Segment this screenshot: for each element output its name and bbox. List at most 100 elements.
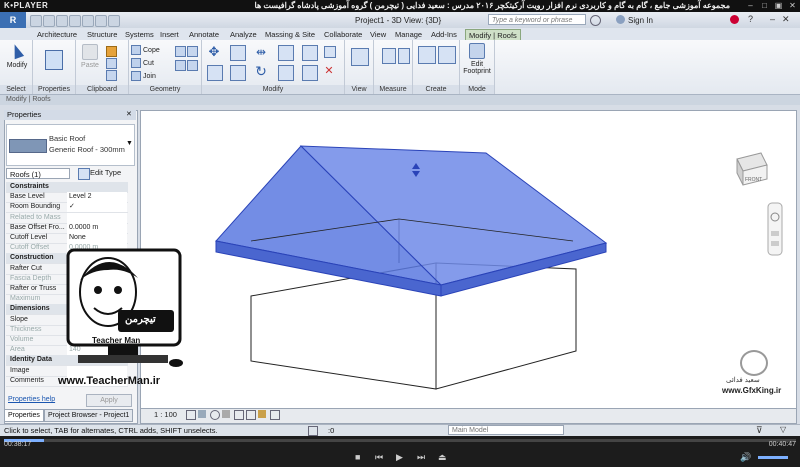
volume-icon[interactable]: 🔊	[740, 452, 751, 463]
undo-icon[interactable]	[56, 15, 68, 27]
window-minimize-icon[interactable]: –	[770, 14, 775, 24]
navigation-bar[interactable]	[767, 202, 783, 256]
play-icon[interactable]: ▶	[396, 452, 403, 463]
tab-systems[interactable]: Systems	[122, 29, 157, 40]
next-icon[interactable]: ⏭	[417, 452, 425, 463]
unlock-view-icon[interactable]	[258, 410, 266, 418]
shadows-icon[interactable]	[222, 410, 230, 418]
scale-icon[interactable]	[302, 65, 318, 81]
cut-button[interactable]: Cut	[131, 58, 154, 68]
cope-button[interactable]: Cope	[131, 45, 160, 55]
exchange-icon[interactable]	[730, 15, 739, 24]
hide-in-view-icon[interactable]	[351, 48, 369, 66]
fullscreen-icon[interactable]: ▣	[774, 1, 783, 10]
copy-icon[interactable]	[106, 58, 117, 69]
move-icon[interactable]: ✥	[207, 45, 221, 59]
modify-button[interactable]: Modify	[5, 42, 29, 69]
instance-filter-select[interactable]: Roofs (1)	[6, 168, 70, 179]
offset-icon[interactable]	[278, 45, 294, 61]
application-menu-button[interactable]: R	[0, 12, 26, 28]
teacherman-brand-fa: تیچرمن	[125, 314, 156, 325]
mirror-pick-axis-icon[interactable]	[302, 45, 318, 61]
previous-icon[interactable]: ⏮	[375, 452, 383, 463]
open-icon[interactable]	[30, 15, 42, 27]
property-key: Constraints	[10, 183, 49, 190]
create-parts-icon[interactable]	[438, 46, 456, 64]
redo-icon[interactable]	[69, 15, 81, 27]
paint-icon[interactable]	[187, 46, 198, 57]
property-value[interactable]: Level 2	[67, 192, 127, 203]
worksets-icon[interactable]	[308, 426, 318, 436]
tab-annotate[interactable]: Annotate	[186, 29, 222, 40]
tab-massing-site[interactable]: Massing & Site	[262, 29, 318, 40]
create-assembly-icon[interactable]	[418, 46, 436, 64]
copy-element-icon[interactable]	[230, 45, 246, 61]
render-icon[interactable]	[234, 410, 244, 420]
pin-icon[interactable]	[324, 46, 336, 58]
model-select[interactable]: Main Model	[448, 425, 564, 435]
delete-icon[interactable]: ✕	[324, 66, 334, 77]
drawing-area[interactable]: FRONT	[140, 110, 797, 410]
save-icon[interactable]	[43, 15, 55, 27]
tab-properties-panel[interactable]: Properties	[4, 409, 44, 422]
type-selector-dropdown-icon[interactable]: ▼	[126, 140, 133, 147]
edit-footprint-button[interactable]: Edit Footprint	[460, 43, 494, 75]
temporary-hide-icon[interactable]	[270, 410, 280, 420]
minimize-icon[interactable]: –	[746, 1, 755, 10]
apply-button[interactable]: Apply	[86, 394, 132, 407]
tab-add-ins[interactable]: Add-Ins	[428, 29, 460, 40]
tab-insert[interactable]: Insert	[157, 29, 182, 40]
detail-level-icon[interactable]	[186, 410, 196, 420]
tab-view[interactable]: View	[367, 29, 389, 40]
demolish-icon[interactable]	[187, 60, 198, 71]
tab-structure[interactable]: Structure	[84, 29, 120, 40]
wall-joins-icon[interactable]	[175, 60, 186, 71]
3d-house-view[interactable]: FRONT	[141, 111, 796, 409]
user-icon[interactable]	[616, 15, 625, 24]
rotate-icon[interactable]: ↻	[254, 64, 268, 78]
tab-manage[interactable]: Manage	[392, 29, 425, 40]
seek-bar[interactable]	[4, 439, 796, 442]
property-value[interactable]: ✓	[67, 202, 127, 213]
volume-slider[interactable]	[758, 456, 788, 459]
tab-analyze[interactable]: Analyze	[227, 29, 260, 40]
properties-close-icon[interactable]: ✕	[126, 110, 132, 118]
tab-architecture[interactable]: Architecture	[34, 29, 80, 40]
filter-icon[interactable]: ⊽	[756, 425, 763, 436]
pan-icon[interactable]	[771, 231, 779, 236]
window-close-icon[interactable]: ✕	[782, 14, 790, 25]
join-button[interactable]: Join	[131, 71, 156, 81]
zoom-icon[interactable]	[771, 241, 779, 246]
maximize-icon[interactable]: □	[760, 1, 769, 10]
binoculars-icon[interactable]	[590, 15, 601, 26]
trim-icon[interactable]	[230, 65, 246, 81]
tab-collaborate[interactable]: Collaborate	[321, 29, 365, 40]
match-type-icon[interactable]	[106, 70, 117, 81]
view-scale[interactable]: 1 : 100	[154, 410, 177, 419]
property-value[interactable]: 0.0000 m	[67, 222, 127, 233]
split-face-icon[interactable]	[175, 46, 186, 57]
stop-icon[interactable]: ■	[355, 452, 360, 462]
measure-tool-icon[interactable]	[382, 48, 396, 64]
help-icon[interactable]: ?	[748, 14, 753, 24]
edit-type-button[interactable]: Edit Type	[90, 168, 121, 177]
tab-project-browser[interactable]: Project Browser - Project1	[44, 409, 134, 422]
properties-icon[interactable]	[45, 50, 63, 70]
search-input[interactable]: Type a keyword or phrase	[488, 14, 586, 25]
eject-icon[interactable]: ⏏	[438, 452, 447, 463]
sun-path-icon[interactable]	[210, 410, 220, 420]
visual-style-icon[interactable]	[198, 410, 206, 418]
measure-icon[interactable]	[95, 15, 107, 27]
close-icon[interactable]: ✕	[788, 1, 797, 10]
paste-button[interactable]: Paste	[80, 44, 100, 69]
array-icon[interactable]	[278, 65, 294, 81]
print-icon[interactable]	[82, 15, 94, 27]
crop-view-icon[interactable]	[246, 410, 256, 420]
sign-in-button[interactable]: Sign In	[628, 16, 653, 25]
dimension-icon[interactable]	[398, 48, 410, 64]
mirror-draw-axis-icon[interactable]	[207, 65, 223, 81]
properties-help-link[interactable]: Properties help	[8, 396, 55, 403]
cut-clipboard-icon[interactable]	[106, 46, 117, 57]
align-icon[interactable]: ⇹	[254, 45, 268, 59]
3d-view-icon[interactable]	[108, 15, 120, 27]
